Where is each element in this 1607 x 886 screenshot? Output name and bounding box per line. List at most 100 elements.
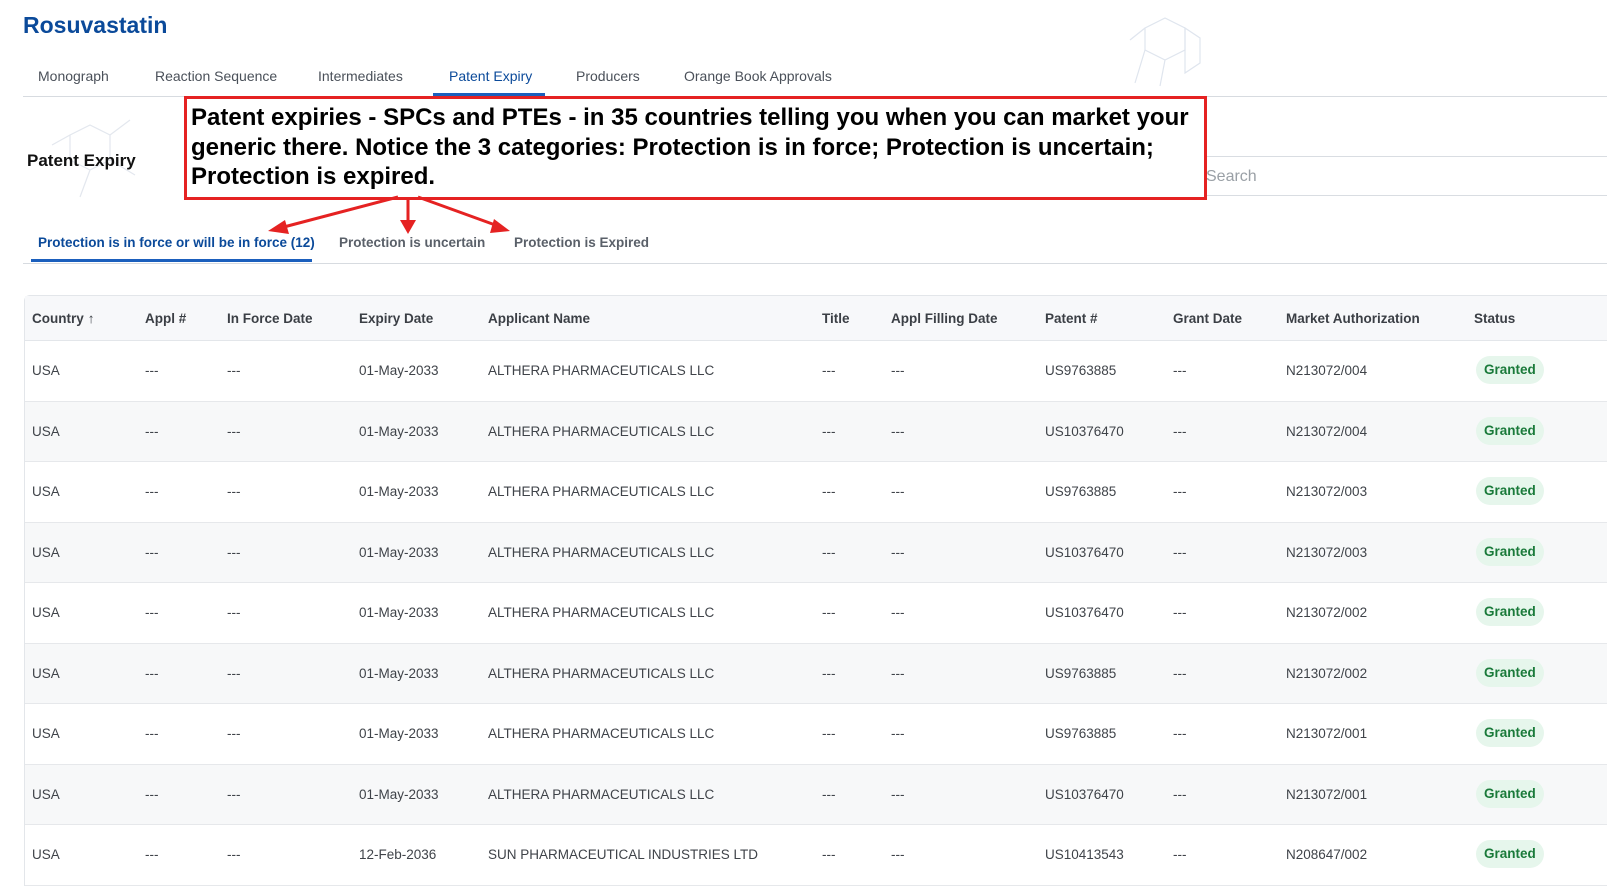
table-row[interactable]: USA --- --- 01-May-2033 ALTHERA PHARMACEUTIC… bbox=[25, 462, 1607, 523]
table-row[interactable]: USA --- --- 01-May-2033 ALTHERA PHARMACEUTIC… bbox=[25, 341, 1607, 402]
active-subtab-indicator bbox=[31, 259, 312, 262]
table-cell: 01-May-2033 bbox=[359, 423, 439, 439]
protection-tabs: Protection is in force or will be in for… bbox=[23, 222, 1607, 264]
column-header[interactable]: Appl Filling Date bbox=[891, 311, 998, 326]
table-cell: US9763885 bbox=[1045, 726, 1117, 741]
tab-intermediates[interactable]: Intermediates bbox=[318, 68, 403, 84]
table-cell: ALTHERA PHARMACEUTICALS LLC bbox=[488, 605, 715, 620]
table-cell: N208647/002 bbox=[1286, 847, 1368, 862]
table-cell: --- bbox=[822, 786, 836, 802]
table-cell: --- bbox=[145, 484, 159, 499]
tab-reaction-sequence[interactable]: Reaction Sequence bbox=[155, 68, 277, 84]
table-cell: --- bbox=[891, 484, 905, 499]
table-cell: USA bbox=[32, 726, 60, 741]
table-cell: US10376470 bbox=[1045, 544, 1124, 560]
column-header[interactable]: Patent # bbox=[1045, 311, 1098, 326]
table-row[interactable]: USA --- --- 01-May-2033 ALTHERA PHARMACEUTIC… bbox=[25, 643, 1607, 704]
column-header[interactable]: Status bbox=[1474, 311, 1515, 326]
section-title: Patent Expiry bbox=[27, 151, 136, 170]
table-cell: --- bbox=[891, 847, 905, 862]
table-cell: --- bbox=[822, 726, 836, 741]
table-cell: --- bbox=[822, 544, 836, 560]
table-cell: --- bbox=[1173, 665, 1187, 681]
table-cell: --- bbox=[1173, 484, 1187, 499]
table-cell: --- bbox=[227, 847, 241, 862]
tab-orange-book-approvals[interactable]: Orange Book Approvals bbox=[684, 68, 832, 84]
search-input[interactable]: Search bbox=[1196, 156, 1607, 196]
table-cell: --- bbox=[1173, 423, 1187, 439]
table-cell: --- bbox=[227, 544, 241, 560]
table-cell: --- bbox=[1173, 726, 1187, 741]
column-header[interactable]: Title bbox=[822, 311, 850, 326]
table-cell: 01-May-2033 bbox=[359, 363, 439, 378]
table-cell: USA bbox=[32, 544, 60, 560]
table-cell: --- bbox=[145, 726, 159, 741]
table-cell: 01-May-2033 bbox=[359, 726, 439, 741]
table-cell: --- bbox=[1173, 544, 1187, 560]
column-header[interactable]: Grant Date bbox=[1173, 311, 1242, 326]
table-cell: N213072/003 bbox=[1286, 484, 1368, 499]
table-cell: N213072/003 bbox=[1286, 544, 1368, 560]
arrow-up-icon[interactable]: ↑ bbox=[88, 311, 95, 326]
table-cell: --- bbox=[822, 665, 836, 681]
column-header[interactable]: In Force Date bbox=[227, 311, 313, 326]
table-cell: --- bbox=[891, 544, 905, 560]
table-cell: US9763885 bbox=[1045, 484, 1117, 499]
table-cell: --- bbox=[227, 363, 241, 378]
status-badge: Granted bbox=[1476, 658, 1544, 687]
table-cell: N213072/001 bbox=[1286, 786, 1368, 802]
tab-monograph[interactable]: Monograph bbox=[38, 68, 109, 84]
table-cell: 01-May-2033 bbox=[359, 484, 439, 499]
table-row[interactable]: USA --- --- 01-May-2033 ALTHERA PHARMACEUTIC… bbox=[25, 583, 1607, 644]
table-cell: ALTHERA PHARMACEUTICALS LLC bbox=[488, 363, 715, 378]
table-cell: US10413543 bbox=[1045, 847, 1124, 862]
table-cell: 12-Feb-2036 bbox=[359, 847, 437, 862]
column-header[interactable]: Country ↑ bbox=[32, 311, 95, 326]
table-cell: N213072/001 bbox=[1286, 726, 1368, 741]
table-cell: ALTHERA PHARMACEUTICALS LLC bbox=[488, 665, 715, 681]
table-cell: --- bbox=[145, 847, 159, 862]
status-badge: Granted bbox=[1476, 356, 1544, 384]
page-title: Rosuvastatin bbox=[23, 12, 168, 38]
table-cell: US9763885 bbox=[1045, 363, 1117, 378]
table-cell: USA bbox=[32, 786, 60, 802]
table-row[interactable]: USA --- --- 01-May-2033 ALTHERA PHARMACEUTIC… bbox=[25, 401, 1607, 462]
column-header[interactable]: Applicant Name bbox=[488, 311, 590, 326]
column-header[interactable]: Expiry Date bbox=[359, 311, 433, 326]
status-badge: Granted bbox=[1476, 779, 1544, 808]
table-cell: --- bbox=[891, 726, 905, 741]
table-cell: SUN PHARMACEUTICAL INDUSTRIES LTD bbox=[488, 847, 759, 862]
tab-protection-in-force[interactable]: Protection is in force or will be in for… bbox=[38, 235, 315, 250]
table-cell: US10376470 bbox=[1045, 605, 1124, 620]
column-header[interactable]: Appl # bbox=[145, 311, 186, 326]
table-body: USA --- --- 01-May-2033 ALTHERA PHARMACEUTIC… bbox=[25, 341, 1607, 886]
table-cell: USA bbox=[32, 665, 60, 681]
table-cell: --- bbox=[822, 605, 836, 620]
table-cell: --- bbox=[891, 363, 905, 378]
table-cell: 01-May-2033 bbox=[359, 786, 439, 802]
table-row[interactable]: USA --- --- 01-May-2033 ALTHERA PHARMACEUTIC… bbox=[25, 764, 1607, 825]
table-cell: --- bbox=[145, 423, 159, 439]
table-cell: --- bbox=[145, 544, 159, 560]
top-nav: Monograph Reaction Sequence Intermediate… bbox=[23, 58, 1607, 97]
table-row[interactable]: USA --- --- 01-May-2033 ALTHERA PHARMACEUTIC… bbox=[25, 704, 1607, 765]
table-cell: ALTHERA PHARMACEUTICALS LLC bbox=[488, 423, 715, 439]
tab-protection-expired[interactable]: Protection is Expired bbox=[514, 235, 649, 250]
tab-protection-uncertain[interactable]: Protection is uncertain bbox=[339, 235, 485, 250]
table-cell: --- bbox=[1173, 605, 1187, 620]
table-cell: USA bbox=[32, 847, 60, 862]
table-cell: --- bbox=[822, 363, 836, 378]
tab-producers[interactable]: Producers bbox=[576, 68, 640, 84]
tab-patent-expiry[interactable]: Patent Expiry bbox=[449, 68, 532, 84]
table-cell: --- bbox=[1173, 786, 1187, 802]
table-cell: N213072/002 bbox=[1286, 605, 1368, 620]
table-cell: --- bbox=[891, 665, 905, 681]
table-cell: --- bbox=[891, 786, 905, 802]
table-cell: --- bbox=[227, 423, 241, 439]
table-cell: ALTHERA PHARMACEUTICALS LLC bbox=[488, 484, 715, 499]
column-header[interactable]: Market Authorization bbox=[1286, 311, 1420, 326]
table-row[interactable]: USA --- --- 01-May-2033 ALTHERA PHARMACEUTIC… bbox=[25, 522, 1607, 583]
status-badge: Granted bbox=[1476, 416, 1544, 445]
table-row[interactable]: USA --- --- 12-Feb-2036 SUN PHARMACEUTICAL I… bbox=[25, 825, 1607, 886]
table-cell: --- bbox=[227, 484, 241, 499]
